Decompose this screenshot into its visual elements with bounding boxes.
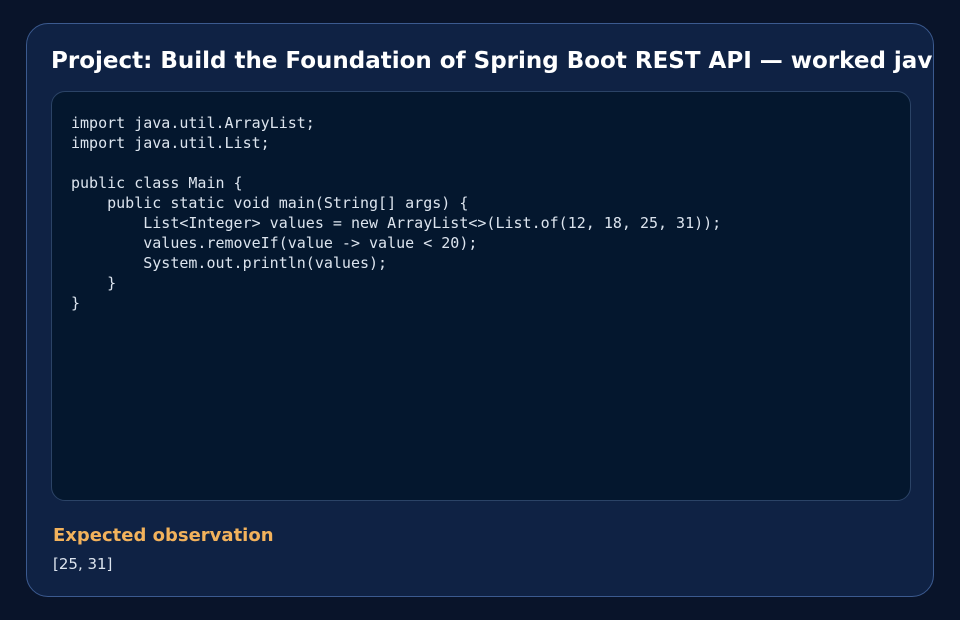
expected-observation-heading: Expected observation (53, 525, 274, 546)
code-line: System.out.println(values); (71, 254, 388, 272)
code-line: List<Integer> values = new ArrayList<>(L… (71, 214, 722, 232)
code-line: import java.util.List; (71, 134, 270, 152)
code-block: import java.util.ArrayList; import java.u… (51, 91, 911, 501)
code-line: import java.util.ArrayList; (71, 114, 315, 132)
code-content: import java.util.ArrayList; import java.u… (52, 92, 910, 334)
expected-observation-value: [25, 31] (53, 555, 113, 573)
lesson-card: Project: Build the Foundation of Spring … (26, 23, 934, 597)
code-line: public class Main { (71, 174, 243, 192)
code-line: } (71, 294, 81, 312)
code-line: values.removeIf(value -> value < 20); (71, 234, 478, 252)
code-line: } (71, 274, 117, 292)
code-line: public static void main(String[] args) { (71, 194, 469, 212)
page-title: Project: Build the Foundation of Spring … (51, 48, 934, 74)
